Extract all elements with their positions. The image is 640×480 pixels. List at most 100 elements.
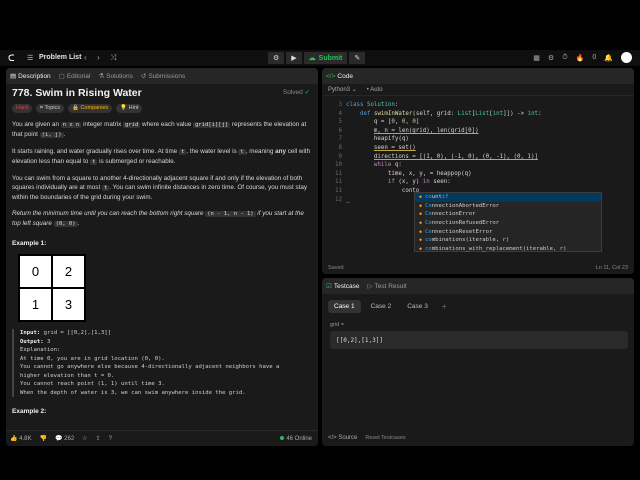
- code-tabs: </> Code: [322, 68, 634, 84]
- debug-icon[interactable]: ⚙: [268, 52, 285, 64]
- tab-description[interactable]: ▤ Description: [10, 72, 51, 81]
- line-number: 3: [338, 102, 343, 108]
- line-number: 11: [335, 179, 342, 186]
- reset-testcases-button[interactable]: Reset Testcases: [365, 435, 405, 441]
- lock-icon: •: [366, 86, 369, 93]
- code-line[interactable]: while q:: [346, 162, 402, 168]
- timer-icon[interactable]: ⏱: [562, 54, 567, 62]
- tab-code[interactable]: </> Code: [326, 73, 353, 80]
- problem-list-link[interactable]: Problem List: [39, 54, 81, 61]
- description-paragraph-1: You are given an n x n integer matrix gr…: [12, 120, 312, 140]
- line-number: 10: [335, 162, 342, 169]
- tab-testcase[interactable]: ☑ Testcase: [326, 282, 359, 291]
- add-case-icon[interactable]: +: [442, 302, 447, 311]
- description-body: 778. Swim in Rising Water Hard ⌗ Topics …: [6, 84, 318, 430]
- star-icon[interactable]: ☆: [82, 435, 87, 442]
- code-line[interactable]: q = [0, 0, 0]: [346, 119, 419, 125]
- description-tabs: ▤ Description ▢ Editorial ⚗ Solutions ↺ Subm…: [6, 68, 318, 84]
- code-line[interactable]: directions = [(1, 0), (-1, 0), (0, -1), …: [346, 154, 538, 160]
- input-label: grid =: [330, 322, 344, 328]
- output-label: Output:: [20, 338, 44, 345]
- help-icon[interactable]: ?: [109, 436, 112, 442]
- line-number: 11: [335, 170, 342, 177]
- share-icon[interactable]: ⇪: [96, 435, 101, 442]
- tab-test-result[interactable]: ▷ Test Result: [367, 282, 407, 291]
- symbol-icon: ◆: [419, 202, 423, 209]
- comment-count: 262: [64, 436, 75, 442]
- list-icon[interactable]: ☰: [27, 54, 33, 62]
- autocomplete-item[interactable]: ◆ combinations_with_replacement(iterable,…: [415, 245, 601, 254]
- text: Return the minimum time until you can re…: [12, 210, 206, 217]
- editor-toolbar: Python3 ⌄ • Auto: [322, 84, 634, 96]
- tab-case-1[interactable]: Case 1: [328, 300, 361, 313]
- run-icon[interactable]: ▶: [286, 52, 302, 64]
- companies-badge[interactable]: 🔒 Companies: [68, 104, 113, 113]
- line-number: 8: [338, 145, 343, 151]
- symbol-icon: ◆: [419, 228, 423, 235]
- code-line[interactable]: class Solution:: [346, 102, 398, 108]
- prev-problem-icon[interactable]: ‹: [84, 53, 87, 62]
- source-button[interactable]: </> Source: [328, 435, 357, 441]
- submit-label: Submit: [318, 54, 343, 62]
- tab-submissions[interactable]: ↺ Submissions: [141, 72, 185, 81]
- leetcode-logo-icon[interactable]: ᑕ: [8, 53, 18, 63]
- example-grid-image: 0 2 1 3: [18, 254, 86, 322]
- hint-label: Hint: [128, 105, 139, 111]
- explanation-text: Explanation: At time 0, you are in grid …: [20, 347, 280, 396]
- comments-button[interactable]: 💬 262: [55, 435, 74, 442]
- autocomplete-item[interactable]: ◆ countif: [415, 193, 601, 202]
- language-label: Python3: [328, 87, 351, 93]
- testcase-input[interactable]: [[0,2],[1,3]]: [330, 331, 628, 349]
- tab-case-2[interactable]: Case 2: [365, 300, 398, 313]
- submit-button[interactable]: ☁ Submit: [303, 52, 348, 64]
- avatar[interactable]: [621, 52, 632, 63]
- code-line[interactable]: heapify(q): [346, 136, 409, 142]
- autocomplete-item[interactable]: ◆ ConnectionError: [415, 210, 601, 219]
- code-line[interactable]: if (x, y) in seen:: [346, 179, 451, 185]
- code-line[interactable]: conto: [346, 188, 419, 194]
- inline-code: (n - 1, n - 1): [205, 211, 256, 217]
- auto-toggle[interactable]: • Auto: [367, 87, 383, 93]
- autocomplete-item[interactable]: ◆ combinations(iterable, r): [415, 236, 601, 245]
- tab-editorial[interactable]: ▢ Editorial: [59, 72, 91, 81]
- description-paragraph-2: It starts raining, and water gradually r…: [12, 147, 312, 167]
- terminal-icon: ▷: [367, 283, 373, 290]
- code-line[interactable]: seen = set(): [346, 145, 416, 151]
- language-select[interactable]: Python3 ⌄: [328, 86, 357, 93]
- tab-case-3[interactable]: Case 3: [401, 300, 434, 313]
- topics-badge[interactable]: ⌗ Topics: [35, 104, 65, 113]
- inline-code: grid: [123, 122, 141, 128]
- notification-count[interactable]: 0: [592, 54, 596, 61]
- code-line[interactable]: def swimInWater(self, grid: List[List[in…: [346, 111, 542, 117]
- notes-icon[interactable]: ✎: [349, 52, 366, 64]
- layout-icon[interactable]: ▦: [533, 54, 540, 62]
- autocomplete-item[interactable]: ◆ ConnectionAbortedError: [415, 202, 601, 211]
- thumbs-up-icon: 👍: [10, 436, 18, 442]
- problem-title: 778. Swim in Rising Water: [12, 87, 142, 99]
- bell-icon[interactable]: 🔔: [604, 54, 613, 62]
- companies-label: Companies: [80, 105, 109, 111]
- line-number: 12: [335, 196, 342, 203]
- autocomplete-menu[interactable]: ◆ countif ◆ ConnectionAbortedError ◆ Connecti…: [414, 192, 602, 252]
- autocomplete-item[interactable]: ◆ ConnectionRefusedError: [415, 219, 601, 228]
- next-problem-icon[interactable]: ›: [97, 53, 100, 62]
- text: integer matrix: [81, 121, 124, 128]
- shuffle-icon[interactable]: ⤨: [110, 53, 116, 63]
- code-line[interactable]: _: [346, 197, 350, 203]
- hint-badge[interactable]: 💡 Hint: [116, 104, 143, 113]
- code-line[interactable]: time, x, y, = heappop(q): [346, 171, 472, 177]
- autocomplete-item[interactable]: ◆ ConnectionResetError: [415, 227, 601, 236]
- symbol-icon: ◆: [419, 211, 423, 218]
- fire-icon[interactable]: 🔥: [576, 54, 585, 62]
- tab-solutions[interactable]: ⚗ Solutions: [98, 72, 133, 81]
- autocomplete-label: ConnectionError: [425, 211, 476, 218]
- testcase-tabs: ☑ Testcase ▷ Test Result: [322, 278, 634, 294]
- like-button[interactable]: 👍 4.8K: [10, 435, 32, 442]
- input-value: grid = [[0,2],[1,3]]: [40, 330, 111, 336]
- settings-icon[interactable]: ⚙: [548, 54, 554, 62]
- dislike-icon[interactable]: 👎: [40, 435, 47, 442]
- grid-cell: 1: [19, 288, 52, 321]
- example-2-title: Example 2:: [12, 408, 47, 415]
- code-line[interactable]: m, n = len(grid), len(grid[0]): [346, 128, 479, 134]
- tab-label: Test Result: [374, 282, 407, 290]
